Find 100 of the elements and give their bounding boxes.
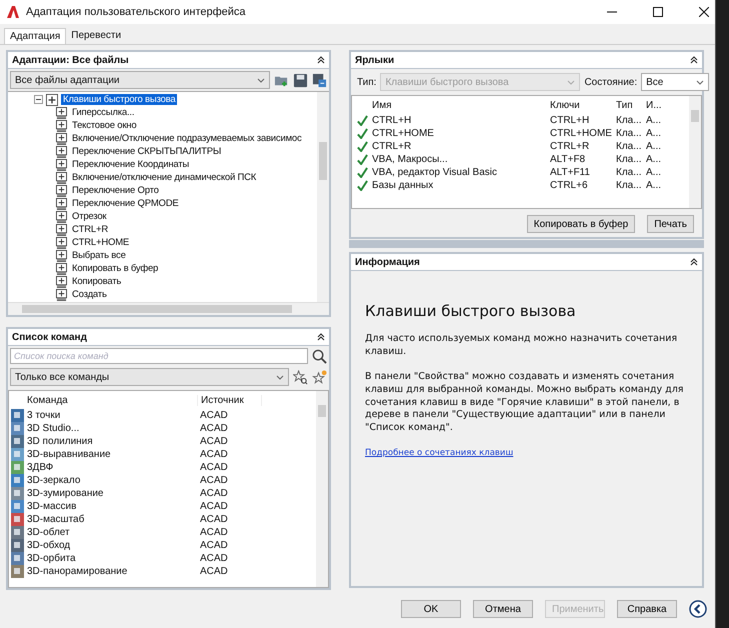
- search-icon[interactable]: [312, 348, 327, 364]
- state-dropdown[interactable]: Все: [641, 73, 710, 91]
- table-cell-text: ACAD: [199, 436, 229, 447]
- dialog-button[interactable]: OK: [401, 600, 461, 618]
- table-cell-text: CTRL+H: [372, 115, 412, 126]
- column-header[interactable]: И...: [646, 100, 674, 110]
- shortcut-icon: [56, 224, 67, 236]
- filter-dropdown[interactable]: Только все команды: [10, 368, 289, 386]
- table-cell-text: А...: [646, 154, 662, 165]
- panel-title: Список команд: [12, 332, 87, 342]
- tree-item[interactable]: Гиперссылка...: [70, 107, 136, 118]
- table-cell-text: ACAD: [199, 553, 229, 564]
- table-cell-text: Кла...: [616, 115, 643, 126]
- tree-item[interactable]: Копировать: [70, 276, 124, 287]
- star-search-icon[interactable]: [293, 370, 308, 384]
- tree-item[interactable]: Включение/Отключение подразумеваемых зависимос: [70, 133, 304, 144]
- dialog-button[interactable]: Справка: [617, 600, 677, 618]
- star-new-icon[interactable]: [312, 370, 327, 384]
- table-cell-text: CTRL+R: [372, 141, 412, 152]
- chevron-icon: [696, 80, 704, 84]
- shortcut-icon: [56, 132, 67, 144]
- collapse-icon[interactable]: [690, 258, 698, 266]
- table-cell-text: ACAD: [199, 449, 229, 460]
- tree-item[interactable]: Текстовое окно: [70, 120, 138, 131]
- search-field[interactable]: Список поиска команд: [10, 348, 308, 364]
- dialog-button[interactable]: Отмена: [473, 600, 533, 618]
- tree-item[interactable]: CTRL+R: [70, 224, 110, 235]
- table-cell-text: А...: [646, 128, 662, 139]
- column-header[interactable]: Команда: [27, 394, 197, 406]
- files-dropdown[interactable]: Все файлы адаптации: [10, 71, 270, 89]
- save-icon[interactable]: [293, 72, 308, 88]
- tab[interactable]: Перевести: [66, 28, 126, 44]
- app-logo-icon: [6, 5, 20, 19]
- chevron-icon: [276, 374, 284, 380]
- table-cell-text: 3D-обход: [27, 540, 72, 551]
- tree-item[interactable]: CTRL+HOME: [70, 237, 132, 248]
- table-cell-text: ACAD: [199, 527, 229, 538]
- scrollbar[interactable]: [316, 391, 328, 587]
- tree-item[interactable]: Переключение Орто: [70, 185, 161, 196]
- shortcut-icon: [56, 276, 67, 288]
- table-cell-text: ACAD: [199, 475, 229, 486]
- table-cell-text: ACAD: [199, 488, 229, 499]
- column-header[interactable]: Тип: [616, 100, 646, 110]
- maximize-icon[interactable]: [653, 7, 663, 17]
- state-label: Состояние:: [584, 76, 638, 88]
- command-icon: [11, 552, 24, 565]
- table-cell-text: 3ДВФ: [27, 462, 54, 473]
- panel-title: Информация: [355, 256, 420, 268]
- scrollbar[interactable]: [317, 92, 329, 302]
- close-icon[interactable]: [699, 7, 709, 17]
- shortcut-icon: [56, 236, 67, 248]
- table-cell-text: Кла...: [616, 141, 643, 152]
- collapse-box-icon[interactable]: [34, 95, 43, 104]
- table-cell-text: 3D-выравнивание: [27, 449, 112, 460]
- table-cell-text: Кла...: [616, 180, 643, 191]
- tree-item[interactable]: Копировать в буфер: [70, 263, 160, 274]
- table-cell-text: 3D-массив: [27, 501, 78, 512]
- scrollbar[interactable]: [8, 302, 329, 315]
- command-icon: [11, 500, 24, 513]
- tree-item[interactable]: Переключение СКРЫТЬПАЛИТРЫ: [70, 146, 224, 157]
- column-header[interactable]: Имя: [372, 100, 550, 110]
- table-cell-text: ACAD: [199, 566, 229, 577]
- table-cell-text: ACAD: [199, 540, 229, 551]
- table-cell-text: ACAD: [199, 514, 229, 525]
- window-title: Адаптация пользовательского интерфейса: [26, 6, 247, 18]
- tree-item[interactable]: Клавиши быстрого вызова: [61, 94, 178, 105]
- tree-item[interactable]: Переключение QPMODE: [70, 198, 181, 209]
- tree-item[interactable]: Переключение Координаты: [70, 159, 192, 170]
- back-icon[interactable]: [689, 600, 707, 618]
- shortcut-icon: [56, 262, 67, 274]
- command-icon: [11, 539, 24, 552]
- collapse-icon[interactable]: [317, 56, 325, 64]
- table-cell-text: VBA, Макросы...: [372, 154, 449, 165]
- info-paragraph: В панели "Свойства" можно создавать и изменять сочетания клавиш для выбранной команды. Можно выбрать команду для сочетания клавиш в виде "Горячие клавиши" в этой панели, в дереве в панели "Существующие адаптации" или в панели "Список команд".: [365, 370, 684, 435]
- scrollbar[interactable]: [689, 96, 701, 208]
- column-header[interactable]: Ключи: [550, 100, 616, 110]
- table-cell-text: 3D-зумирование: [27, 488, 104, 499]
- shortcut-icon: [56, 120, 67, 132]
- tree-item[interactable]: Отрезок: [70, 211, 108, 222]
- table-cell-text: 3D полилиния: [27, 436, 94, 447]
- table-cell-text: CTRL+HOME: [550, 128, 613, 139]
- collapse-icon[interactable]: [690, 56, 698, 64]
- tree-item[interactable]: Включение/отключение динамической ПСК: [70, 172, 258, 183]
- collapse-icon[interactable]: [317, 333, 325, 341]
- command-icon: [11, 474, 24, 487]
- tree-item[interactable]: Создать: [70, 289, 109, 300]
- table-cell-text: 3D Studio...: [27, 423, 80, 434]
- table-cell-text: VBA, редактор Visual Basic: [372, 167, 498, 178]
- column-header[interactable]: Источник: [197, 394, 262, 406]
- panel-button[interactable]: Копировать в буфер: [526, 215, 636, 233]
- save-as-icon[interactable]: [312, 72, 327, 88]
- shortcut-icon: [56, 210, 67, 222]
- chevron-icon: [567, 80, 576, 84]
- table-cell-text: CTRL+H: [550, 115, 590, 126]
- panel-title: Ярлыки: [355, 54, 394, 66]
- tab[interactable]: Адаптация: [4, 28, 66, 44]
- shortcut-icon: [56, 250, 67, 262]
- help-link[interactable]: Подробнее о сочетаниях клавиш: [365, 448, 514, 458]
- panel-button[interactable]: Печать: [647, 215, 694, 233]
- tree-item[interactable]: Выбрать все: [70, 250, 128, 261]
